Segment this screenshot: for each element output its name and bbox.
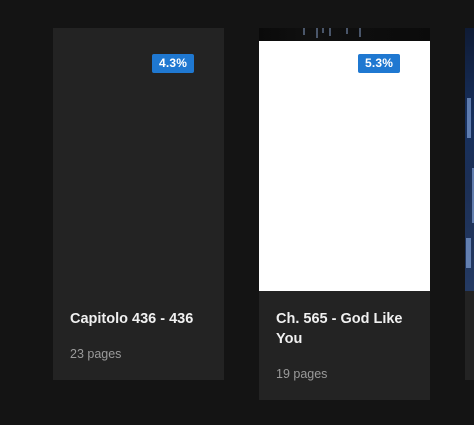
thumbnail-art-detail: [467, 98, 471, 138]
thumbnail-art-detail: [466, 238, 471, 268]
chapter-thumbnail[interactable]: [465, 28, 474, 291]
thumbnail-art-detail: [316, 28, 318, 38]
chapter-title[interactable]: Capitolo 436 - 436: [70, 309, 210, 329]
thumbnail-top-strip: [259, 28, 430, 41]
chapter-card-partial[interactable]: [465, 28, 474, 380]
thumbnail-art-detail: [329, 28, 331, 36]
chapter-grid: 4.3% Capitolo 436 - 436 23 pages 5.3% Ch…: [0, 0, 474, 425]
chapter-thumbnail[interactable]: [259, 28, 430, 291]
progress-badge: 5.3%: [358, 54, 401, 73]
progress-badge: 4.3%: [152, 54, 195, 73]
page-count: 23 pages: [70, 347, 122, 361]
thumbnail-art-detail: [322, 28, 324, 33]
thumbnail-art-detail: [346, 28, 348, 34]
page-count: 19 pages: [276, 367, 328, 381]
chapter-title[interactable]: Ch. 565 - God Like You: [276, 309, 416, 349]
chapter-card[interactable]: 5.3% Ch. 565 - God Like You 19 pages: [259, 28, 430, 400]
chapter-card[interactable]: 4.3% Capitolo 436 - 436 23 pages: [53, 28, 224, 380]
thumbnail-art-detail: [359, 28, 361, 37]
chapter-thumbnail[interactable]: [53, 28, 224, 291]
thumbnail-art-detail: [303, 28, 305, 35]
